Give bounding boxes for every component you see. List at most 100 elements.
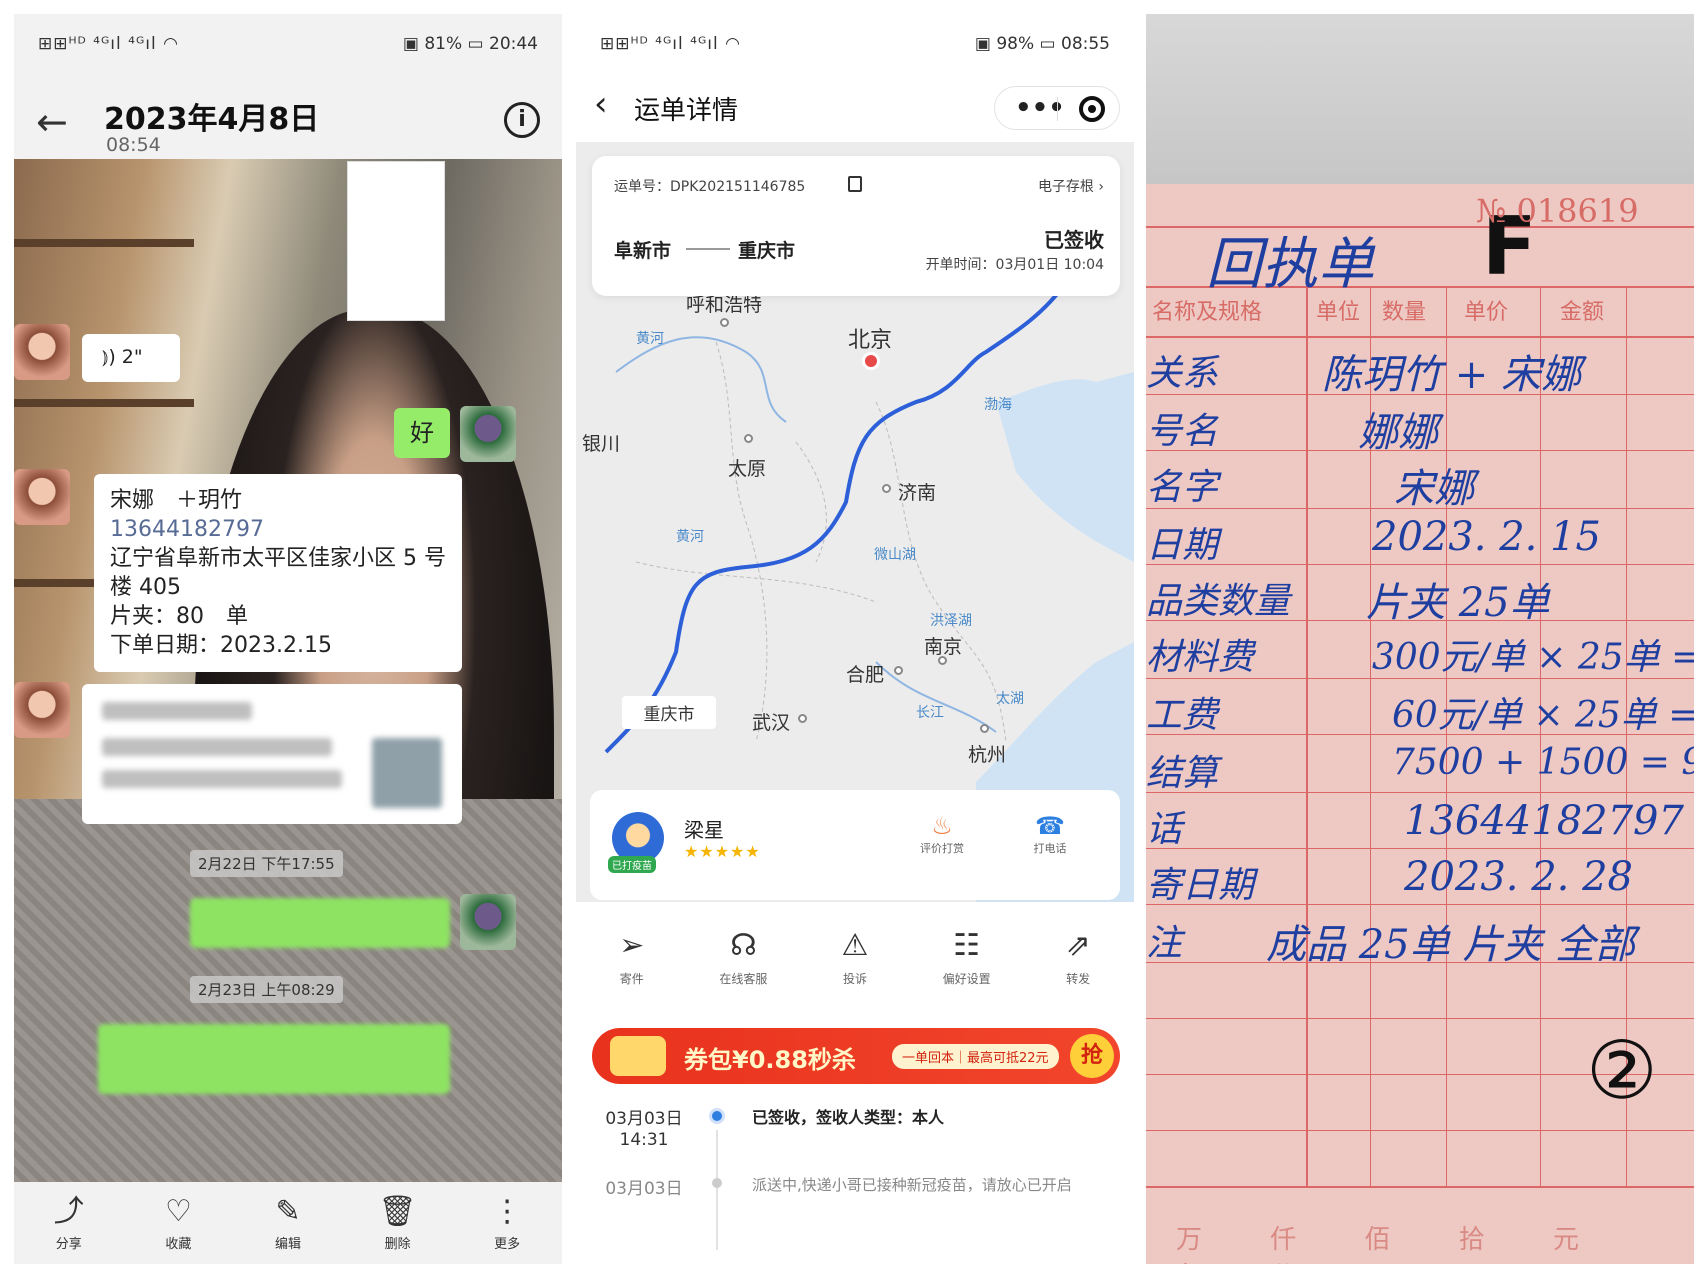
water-label: 黄河 [636, 331, 664, 347]
close-target-icon[interactable] [1079, 96, 1105, 122]
row-label: 日期 [1146, 525, 1219, 566]
ruled-line [1146, 1130, 1694, 1131]
service-button[interactable]: ☊ 在线客服 [698, 914, 788, 1014]
voice-icon: ⦆) [102, 346, 116, 368]
evaluate-button[interactable]: ♨ 评价打赏 [912, 812, 972, 856]
amount-units: 万 仟 佰 拾 元 角 分¥ [1176, 1225, 1610, 1264]
row-label: 工费 [1146, 695, 1219, 736]
voice-message[interactable]: ⦆) 2" [82, 334, 180, 382]
page-subtitle: 08:54 [106, 134, 161, 156]
destination-city-tag: 重庆市 [622, 696, 716, 729]
water-label: 微山湖 [874, 547, 916, 563]
avatar [460, 406, 516, 462]
timeline-text: 已签收，签收人类型：本人 [752, 1108, 945, 1127]
timeline-time: 14:31 [619, 1130, 669, 1150]
avatar [14, 324, 70, 380]
info-icon[interactable]: i [504, 102, 540, 138]
reward-icon: ♨ [931, 812, 953, 840]
timeline-dot [712, 1178, 722, 1188]
card-order-date: 下单日期：2023.2.15 [110, 633, 332, 658]
column-header: 单价 [1464, 300, 1509, 325]
water-label: 洪泽湖 [930, 613, 972, 629]
tool-label: 分享 [55, 1236, 82, 1252]
back-arrow-icon[interactable]: ← [36, 100, 68, 144]
coupon-banner[interactable]: 券包¥0.88秒杀 一单回本｜最高可抵22元 抢 [592, 1028, 1120, 1084]
thumbnail-preview[interactable] [347, 161, 445, 321]
ruled-line [1146, 792, 1694, 793]
edit-button[interactable]: ✎ 编辑 [243, 1193, 333, 1252]
signal-indicators: ⊞⊞ᴴᴰ ⁴ᴳıl ⁴ᴳıl ◠ [600, 34, 741, 54]
more-button[interactable]: ⋮ 更多 [462, 1193, 552, 1252]
status-badge: 已签收 [1044, 228, 1104, 252]
page-title: 运单详情 [634, 96, 739, 126]
battery-time: ▣ 81% ▭ 20:44 [402, 34, 538, 54]
copy-icon[interactable] [848, 176, 862, 192]
share-button[interactable]: ⤴ 分享 [24, 1194, 114, 1252]
settings-icon: ☷ [953, 928, 981, 963]
city-dot [894, 666, 903, 675]
row-value: 宋娜 [1394, 466, 1474, 512]
promo-tag: 一单回本｜最高可抵22元 [892, 1044, 1059, 1069]
waybill-detail-panel: ⊞⊞ᴴᴰ ⁴ᴳıl ⁴ᴳıl ◠ ▣ 98% ▭ 08:55 ‹ 运单详情 ••… [576, 14, 1134, 1264]
row-label: 结算 [1146, 753, 1219, 794]
tool-label: 删除 [384, 1236, 411, 1252]
more-icon: ⋮ [492, 1193, 523, 1229]
mini-program-capsule: ••• [994, 86, 1120, 130]
pen-icon: ✎ [275, 1193, 301, 1229]
blurred-text [102, 770, 342, 788]
battery-level: 98% [996, 34, 1035, 54]
origin-city: 阜新市 [614, 240, 672, 262]
water-label: 黄河 [676, 529, 704, 545]
status-bar: ⊞⊞ᴴᴰ ⁴ᴳıl ⁴ᴳıl ◠ ▣ 98% ▭ 08:55 [576, 30, 1134, 60]
city-label: 杭州 [968, 744, 1007, 766]
column-header: 单位 [1316, 300, 1361, 325]
forward-button[interactable]: ⇗ 转发 [1033, 914, 1123, 1014]
timeline-date: 03月03日 [605, 1109, 683, 1129]
city-label: 南京 [924, 636, 963, 658]
blurred-text [102, 702, 252, 720]
city-dot [744, 434, 753, 443]
waybill-card: 运单号：DPK202151146785 电子存根 › 阜新市 重庆市 已签收 开… [592, 156, 1120, 296]
city-dot [980, 724, 989, 733]
waybill-number: 运单号：DPK202151146785 [614, 179, 806, 195]
order-info-message[interactable]: 宋娜 ＋玥竹 13644182797 辽宁省阜新市太平区佳家小区 5 号楼 40… [94, 474, 462, 672]
row-value: 300元/单 × 25单 = [1372, 637, 1694, 678]
chat-screenshot-panel: ⊞⊞ᴴᴰ ⁴ᴳıl ⁴ᴳıl ◠ ▣ 81% ▭ 20:44 ← 2023年4月… [14, 14, 562, 1264]
receipt-photo-panel: 回执单 F № 018619 名称及规格 单位 数量 单价 金额 关系 陈玥竹 … [1146, 14, 1694, 1264]
city-dot [938, 656, 947, 665]
row-label: 名字 [1146, 467, 1219, 508]
call-button[interactable]: ☎ 打电话 [1020, 812, 1080, 856]
favorite-button[interactable]: ♡ 收藏 [133, 1193, 223, 1252]
vaccinated-badge: 已打疫苗 [608, 856, 656, 873]
water-label: 渤海 [984, 397, 1012, 413]
app-header: ‹ 运单详情 ••• [576, 76, 1134, 140]
preference-button[interactable]: ☷ 偏好设置 [922, 914, 1012, 1014]
city-label: 合肥 [846, 664, 885, 686]
serial-number: № 018619 [1476, 192, 1639, 230]
send-button[interactable]: ➢ 寄件 [587, 914, 677, 1014]
blurred-message[interactable] [190, 898, 450, 948]
ship-time: 开单时间：03月01日 10:04 [925, 257, 1104, 273]
card-names: 宋娜 ＋玥竹 [110, 488, 243, 513]
blurred-message[interactable] [82, 684, 462, 824]
route-arrow-icon [686, 248, 730, 250]
clock: 20:44 [489, 34, 538, 54]
card-phone[interactable]: 13644182797 [110, 515, 446, 544]
e-stub-link[interactable]: 电子存根 › [1038, 176, 1104, 196]
row-value: 13644182797 [1404, 798, 1684, 844]
column-header: 数量 [1382, 300, 1427, 325]
grab-button[interactable]: 抢 [1070, 1034, 1114, 1078]
reply-message[interactable]: 好 [394, 408, 450, 458]
city-dot [720, 318, 729, 327]
complaint-button[interactable]: ⚠ 投诉 [810, 914, 900, 1014]
phone-icon: ☎ [1035, 812, 1065, 840]
blurred-message[interactable] [98, 1024, 450, 1094]
voice-duration: 2" [121, 346, 143, 368]
capsule-divider [1057, 97, 1058, 121]
ruled-line [1146, 564, 1694, 565]
circled-number: ② [1586, 1024, 1658, 1117]
back-chevron-icon[interactable]: ‹ [594, 84, 608, 124]
heart-icon: ♡ [164, 1193, 192, 1229]
column-header: 名称及规格 [1152, 300, 1263, 325]
delete-button[interactable]: 🗑 删除 [353, 1194, 443, 1252]
